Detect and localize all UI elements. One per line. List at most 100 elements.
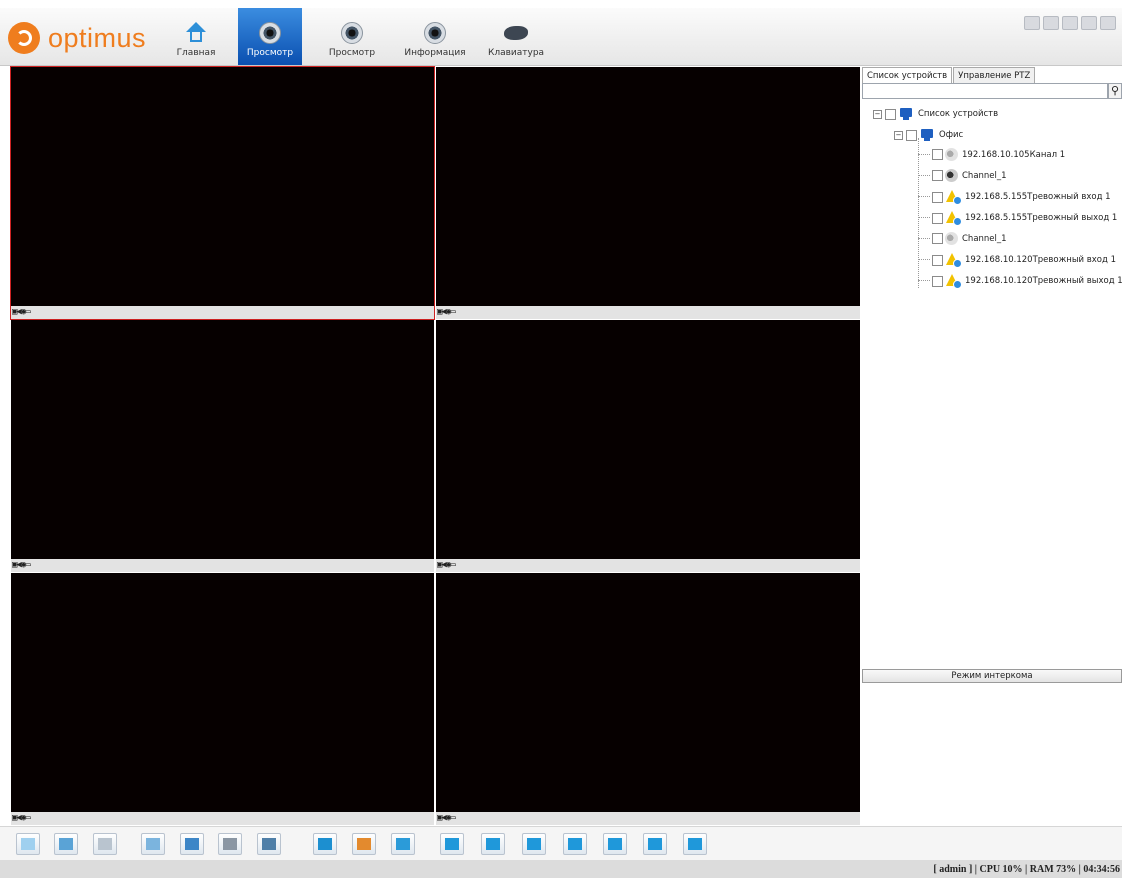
camera-control-icons[interactable]: ▣◀◉▭ [437, 813, 456, 823]
tree-root-label: Список устройств [918, 109, 999, 119]
device-group-icon [919, 128, 935, 142]
tree-item-label: 192.168.5.155Тревожный выход 1 [965, 213, 1118, 223]
tree-checkbox[interactable] [906, 129, 917, 141]
search-icon[interactable]: ⚲ [1108, 83, 1122, 99]
top-bar: optimus Главная Просмотр Просмотр Информ… [0, 8, 1122, 66]
playback-all-icon[interactable] [180, 833, 204, 855]
tree-line [918, 175, 930, 176]
tree-item[interactable]: 192.168.10.120Тревожный вход 1 [932, 253, 1116, 268]
tree-item[interactable]: 192.168.5.155Тревожный выход 1 [932, 211, 1118, 226]
video-cell-2[interactable]: ▣◀◉▭ [436, 67, 860, 319]
record-icon[interactable] [54, 833, 78, 855]
tree-item[interactable]: Channel_1 [932, 169, 1007, 182]
layout-2-icon[interactable] [481, 833, 505, 855]
alarm-icon [945, 253, 962, 268]
layout-1-icon[interactable] [440, 833, 464, 855]
tree-checkbox[interactable] [932, 254, 943, 266]
video-cell-3[interactable]: ▣◀◉▭ [11, 320, 434, 572]
layout-6-icon[interactable] [352, 833, 376, 855]
tree-checkbox[interactable] [932, 149, 943, 160]
lock-icon[interactable] [1024, 16, 1040, 30]
collapse-icon[interactable]: − [894, 130, 903, 140]
collapse-icon[interactable]: − [873, 109, 882, 119]
tree-checkbox[interactable] [885, 108, 896, 120]
camera-control-icons[interactable]: ▣◀◉▭ [12, 307, 31, 317]
tree-line [918, 217, 930, 218]
nav-label: Главная [176, 48, 216, 58]
record-all-icon[interactable] [93, 833, 117, 855]
panel-tabs: Список устройств Управление PTZ [862, 67, 1036, 85]
camera-lens-icon [341, 22, 363, 44]
camera-control-icons[interactable]: ▣◀◉▭ [12, 560, 31, 570]
logo: optimus [8, 22, 146, 54]
tree-item[interactable]: Channel_1 [932, 232, 1007, 245]
video-cell-6[interactable]: ▣◀◉▭ [436, 573, 860, 825]
tree-item-label: Channel_1 [962, 170, 1007, 181]
alarm-icon [945, 274, 962, 289]
camera-control-icons[interactable]: ▣◀◉▭ [437, 307, 456, 317]
maximize-icon[interactable] [1081, 16, 1097, 30]
nav-view-button-active[interactable]: Просмотр [238, 8, 302, 65]
camera-control-icons[interactable]: ▣◀◉▭ [12, 813, 31, 823]
save-all-icon[interactable] [257, 833, 281, 855]
tree-line [918, 196, 930, 197]
cell-toolbar: ▣◀◉▭ [11, 812, 434, 825]
tree-checkbox[interactable] [932, 191, 943, 203]
video-cell-1[interactable]: ▣◀◉▭ [10, 66, 435, 320]
tree-checkbox[interactable] [932, 212, 943, 224]
shirt-icon[interactable] [1043, 16, 1059, 30]
tree-root[interactable]: − Список устройств [873, 107, 998, 121]
tree-item[interactable]: 192.168.10.120Тревожный выход 1 [932, 274, 1122, 289]
nav-view-button[interactable]: Просмотр [322, 8, 382, 65]
bottom-toolbar [0, 826, 1122, 861]
tree-checkbox[interactable] [932, 170, 943, 181]
tree-item[interactable]: 192.168.5.155Тревожный вход 1 [932, 190, 1111, 205]
device-group-icon [898, 107, 914, 121]
tree-item-label: 192.168.10.105Канал 1 [962, 149, 1066, 160]
tree-checkbox[interactable] [932, 275, 943, 287]
cell-toolbar: ▣◀◉▭ [11, 559, 434, 572]
layout-9-icon[interactable] [522, 833, 546, 855]
home-icon [184, 22, 208, 44]
tree-line [918, 259, 930, 260]
video-cell-4[interactable]: ▣◀◉▭ [436, 320, 860, 572]
camera-info-icon [424, 22, 446, 44]
tree-line [918, 280, 930, 281]
close-icon[interactable] [1100, 16, 1116, 30]
tree-item-label: 192.168.10.120Тревожный вход 1 [965, 255, 1116, 265]
layout-custom-icon[interactable] [643, 833, 667, 855]
layout-8-icon[interactable] [391, 833, 415, 855]
layout-16-icon[interactable] [563, 833, 587, 855]
layout-4-icon[interactable] [313, 833, 337, 855]
camera-lens-icon [259, 22, 281, 44]
fullscreen-icon[interactable] [683, 833, 707, 855]
device-search-input[interactable] [862, 83, 1108, 99]
status-text: [ admin ] | CPU 10% | RAM 73% | 04:34:56 [933, 864, 1120, 875]
minimize-icon[interactable] [1062, 16, 1078, 30]
nav-label: Просмотр [246, 48, 294, 58]
tree-group-label: Офис [939, 130, 964, 140]
logo-mark-icon [8, 22, 40, 54]
camera-control-icons[interactable]: ▣◀◉▭ [437, 560, 456, 570]
tree-item-label: 192.168.5.155Тревожный вход 1 [965, 192, 1111, 202]
snapshot-icon[interactable] [16, 833, 40, 855]
cell-toolbar: ▣◀◉▭ [11, 306, 434, 319]
intercom-mode-button[interactable]: Режим интеркома [862, 669, 1122, 683]
device-panel: Список устройств Управление PTZ ⚲ − Спис… [862, 66, 1122, 826]
nav-home-button[interactable]: Главная [168, 8, 224, 65]
tree-checkbox[interactable] [932, 233, 943, 244]
nav-label: Клавиатура [487, 48, 545, 58]
nav-keyboard-button[interactable]: Клавиатура [484, 8, 548, 65]
tree-group-office[interactable]: − Офис [894, 128, 963, 142]
status-bar: [ admin ] | CPU 10% | RAM 73% | 04:34:56 [0, 860, 1122, 878]
tree-line [918, 238, 930, 239]
keyboard-icon [504, 26, 528, 40]
alarm-icon [945, 190, 962, 205]
playback-icon[interactable] [141, 833, 165, 855]
video-grid: ▣◀◉▭ ▣◀◉▭ ▣◀◉▭ ▣◀◉▭ ▣◀◉▭ ▣◀◉▭ [10, 66, 861, 826]
nav-info-button[interactable]: Информация [396, 8, 474, 65]
video-cell-5[interactable]: ▣◀◉▭ [11, 573, 434, 825]
save-icon[interactable] [218, 833, 242, 855]
person-icon[interactable] [603, 833, 627, 855]
tree-item[interactable]: 192.168.10.105Канал 1 [932, 148, 1065, 161]
